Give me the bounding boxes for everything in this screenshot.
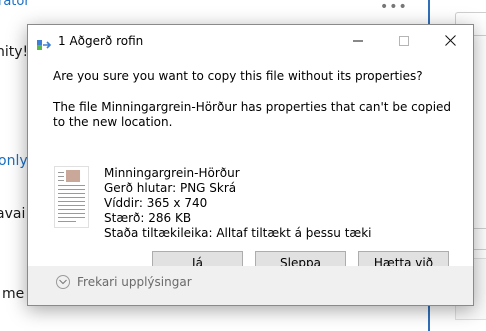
dialog-footer: Frekari upplýsingar: [28, 266, 473, 305]
copy-interrupted-dialog: 1 Aðgerð rofin Are you sure you want to …: [27, 24, 474, 306]
file-properties: Minningargrein-Hörður Gerð hlutar: PNG S…: [104, 166, 372, 241]
minimize-icon: [353, 40, 363, 41]
title-bar[interactable]: 1 Aðgerð rofin: [28, 25, 473, 56]
more-details-label: Frekari upplýsingar: [77, 275, 192, 289]
background-text-me: me: [2, 286, 25, 302]
chevron-down-icon: [56, 275, 70, 289]
minimize-button[interactable]: [335, 25, 381, 56]
copy-move-icon: [37, 36, 53, 50]
file-size: Stærð: 286 KB: [104, 211, 192, 225]
file-name: Minningargrein-Hörður: [104, 166, 240, 180]
more-details-toggle[interactable]: Frekari upplýsingar: [56, 275, 192, 289]
file-type: Gerð hlutar: PNG Skrá: [104, 181, 237, 195]
maximize-button: [381, 25, 427, 56]
background-text-unity: nity!: [0, 44, 29, 60]
info-text: The file Minningargrein-Hörður has prope…: [53, 100, 452, 129]
dialog-title: 1 Aðgerð rofin: [58, 34, 144, 48]
file-thumbnail: [54, 166, 89, 228]
background-text-avai: avai: [0, 206, 26, 222]
maximize-icon: [399, 35, 409, 46]
dialog-content: Are you sure you want to copy this file …: [28, 56, 473, 274]
close-button[interactable]: [427, 25, 473, 56]
question-text: Are you sure you want to copy this file …: [53, 69, 423, 83]
file-dimensions: Víddir: 365 x 740: [104, 196, 208, 210]
more-options-icon[interactable]: •••: [380, 0, 408, 14]
close-icon: [444, 35, 456, 46]
file-availability: Staða tiltækileika: Alltaf tiltækt á þes…: [104, 226, 372, 240]
background-link-fragment[interactable]: rator: [0, 0, 30, 9]
